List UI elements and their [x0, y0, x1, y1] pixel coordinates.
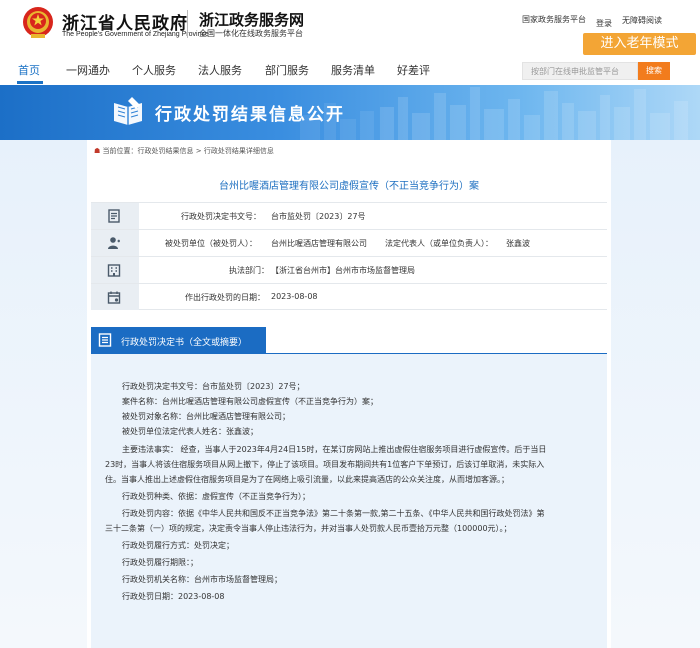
content-panel: ☗ 当前位置：行政处罚结果信息 > 行政处罚结果详细信息 台州比喔酒店管理有限公…	[87, 140, 611, 648]
penalized-object-line: 被处罚对象名称：台州比喔酒店管理有限公司；	[122, 412, 290, 421]
service-title[interactable]: 浙江政务服务网	[199, 9, 304, 30]
info-row-decision-number: 行政处罚决定书文号： 台市监处罚〔2023〕27号	[91, 202, 607, 229]
fulfillment-deadline-line: 行政处罚履行期限：；	[122, 558, 198, 567]
decision-number-line: 行政处罚决定书文号：台市监处罚〔2023〕27号；	[122, 382, 305, 391]
search-button[interactable]: 搜索	[638, 62, 670, 80]
nav-one-stop[interactable]: 一网通办	[66, 62, 110, 78]
case-name-line: 案件名称：台州比喔酒店管理有限公司虚假宣传（不正当竞争行为）案；	[122, 397, 378, 406]
legal-rep-value: 张鑫波	[506, 239, 530, 248]
decision-title: 行政处罚决定书（全文或摘要）	[121, 338, 248, 348]
penalty-date-line: 行政处罚日期：2023-08-08	[122, 592, 225, 601]
building-icon	[107, 264, 121, 277]
penalized-party-value: 台州比喔酒店管理有限公司	[271, 239, 367, 248]
legal-rep-label: 法定代表人（或单位负责人）：	[385, 239, 493, 248]
decision-header: 行政处罚决定书（全文或摘要）	[91, 327, 266, 354]
document-icon	[108, 209, 120, 223]
national-emblem-icon	[23, 7, 53, 38]
page-banner: 行政处罚结果信息公开	[0, 85, 700, 140]
penalty-content-line-1: 行政处罚内容：依据《中华人民共和国反不正当竞争法》第二十条第一款,第二十五条、《…	[122, 509, 545, 518]
penalized-party-label: 被处罚单位（被处罚人）：	[165, 239, 257, 248]
fulfillment-method-line: 行政处罚履行方式：处罚决定；	[122, 541, 234, 550]
home-icon: ☗	[94, 147, 101, 155]
penalty-date-label: 作出行政处罚的日期：	[185, 293, 265, 302]
case-title: 台州比喔酒店管理有限公司虚假宣传（不正当竞争行为）案	[219, 181, 479, 192]
penalty-content-line-2: 三十二条第（一）项的规定，决定责令当事人停止违法行为，并对当事人处罚款人民币壹拾…	[105, 524, 512, 533]
nav-corporate[interactable]: 法人服务	[198, 62, 242, 78]
service-subtitle: 全国一体化在线政务服务平台	[199, 29, 303, 38]
enforcement-dept-label: 执法部门：	[229, 266, 269, 275]
calendar-icon	[107, 291, 121, 304]
info-row-enforcement-dept: 执法部门： 【浙江省台州市】台州市市场监督管理局	[91, 256, 607, 283]
accessibility-link[interactable]: 无障碍阅读	[622, 15, 662, 26]
breadcrumb-prefix: 当前位置：	[102, 147, 138, 155]
nav-service-list[interactable]: 服务清单	[331, 62, 375, 78]
violation-facts-line-1: 主要违法事实： 经查，当事人于2023年4月24日15时，在某订房网站上推出虚假…	[122, 445, 547, 454]
search-input[interactable]: 按部门在线申批监管平台	[522, 62, 638, 80]
city-skyline-decoration	[300, 87, 688, 140]
authority-name-line: 行政处罚机关名称：台州市市场监督管理局；	[122, 575, 282, 584]
penalty-type-line: 行政处罚种类、依据：虚假宣传（不正当竞争行为）；	[122, 492, 310, 501]
decision-number-label: 行政处罚决定书文号：	[181, 212, 261, 221]
breadcrumb-path[interactable]: 行政处罚结果信息 > 行政处罚结果详细信息	[138, 147, 274, 155]
login-link[interactable]: 登录	[596, 18, 612, 29]
document-list-icon	[98, 333, 112, 347]
info-row-penalty-date: 作出行政处罚的日期： 2023-08-08	[91, 283, 607, 310]
violation-facts-line-2: 23时，当事人将该住宿服务项目从网上撤下，停止了该项目。项目发布期间共有1位客户…	[105, 460, 545, 469]
nav-active-indicator	[17, 81, 43, 84]
elder-mode-button[interactable]: 进入老年模式	[583, 33, 696, 55]
decision-number-value: 台市监处罚〔2023〕27号	[271, 212, 366, 221]
nav-home[interactable]: 首页	[18, 62, 40, 78]
book-icon	[114, 97, 142, 125]
breadcrumb: ☗ 当前位置：行政处罚结果信息 > 行政处罚结果详细信息	[94, 146, 274, 156]
top-link-national[interactable]: 国家政务服务平台	[522, 14, 586, 25]
header-divider	[187, 10, 188, 38]
penalty-date-value: 2023-08-08	[271, 292, 318, 301]
legal-rep-line: 被处罚单位法定代表人姓名：张鑫波；	[122, 427, 258, 436]
nav-personal[interactable]: 个人服务	[132, 62, 176, 78]
nav-rating[interactable]: 好差评	[397, 62, 430, 78]
nav-department[interactable]: 部门服务	[265, 62, 309, 78]
site-header: 浙江省人民政府 The People's Government of Zheji…	[0, 0, 700, 56]
info-row-penalized-party: 被处罚单位（被处罚人）： 台州比喔酒店管理有限公司 法定代表人（或单位负责人）：…	[91, 229, 607, 256]
banner-title: 行政处罚结果信息公开	[155, 105, 345, 125]
violation-facts-line-3: 住。当事人推出上述虚假住宿服务项目是为了在网络上吸引流量，以此来提高酒店的公众关…	[105, 475, 509, 484]
enforcement-dept-value: 【浙江省台州市】台州市市场监督管理局	[271, 266, 415, 275]
person-icon	[108, 237, 120, 249]
decision-body: 行政处罚决定书文号：台市监处罚〔2023〕27号； 案件名称：台州比喔酒店管理有…	[91, 354, 607, 648]
